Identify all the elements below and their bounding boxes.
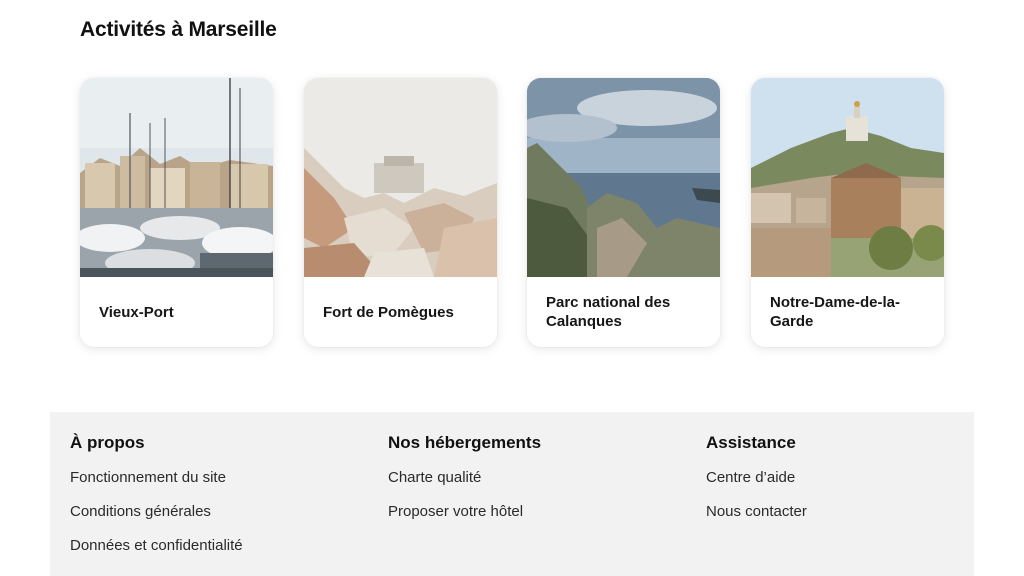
activities-list: Vieux-Port Fort de Pomègues Parc nationa… — [80, 78, 944, 348]
footer-column-support: Assistance Centre d’aide Nous contacter — [706, 432, 807, 536]
activity-title: Vieux-Port — [99, 303, 174, 321]
activity-card-notre-dame[interactable]: Notre-Dame-de-la-Garde — [751, 78, 944, 347]
notre-dame-photo — [751, 78, 944, 277]
footer-heading: À propos — [70, 433, 145, 452]
activity-card-body: Fort de Pomègues — [304, 277, 497, 347]
footer-heading: Assistance — [706, 433, 796, 452]
vieux-port-photo — [80, 78, 273, 277]
footer-link[interactable]: Proposer votre hôtel — [388, 502, 541, 536]
calanques-photo — [527, 78, 720, 277]
footer-link[interactable]: Données et confidentialité — [70, 536, 243, 570]
section-title: Activités à Marseille — [80, 18, 277, 41]
activity-card-body: Notre-Dame-de-la-Garde — [751, 277, 944, 347]
footer-link[interactable]: Nous contacter — [706, 502, 807, 536]
activity-title: Notre-Dame-de-la-Garde — [770, 294, 901, 330]
footer-link[interactable]: Fonctionnement du site — [70, 468, 243, 502]
footer-heading: Nos hébergements — [388, 433, 542, 452]
activity-card-fort-pomegues[interactable]: Fort de Pomègues — [304, 78, 497, 347]
activity-card-calanques[interactable]: Parc national des Calanques — [527, 78, 720, 347]
footer-link[interactable]: Centre d’aide — [706, 468, 807, 502]
footer-link[interactable]: Conditions générales — [70, 502, 243, 536]
activity-title: Parc national des Calanques — [546, 294, 671, 330]
footer-column-accommodations: Nos hébergements Charte qualité Proposer… — [388, 432, 541, 536]
footer-column-about: À propos Fonctionnement du site Conditio… — [70, 432, 243, 570]
activity-card-body: Parc national des Calanques — [527, 277, 720, 347]
activity-card-body: Vieux-Port — [80, 277, 273, 347]
fort-pomegues-photo — [304, 78, 497, 277]
activity-title: Fort de Pomègues — [323, 303, 454, 321]
site-footer: À propos Fonctionnement du site Conditio… — [50, 412, 974, 576]
footer-link[interactable]: Charte qualité — [388, 468, 541, 502]
activity-card-vieux-port[interactable]: Vieux-Port — [80, 78, 273, 347]
